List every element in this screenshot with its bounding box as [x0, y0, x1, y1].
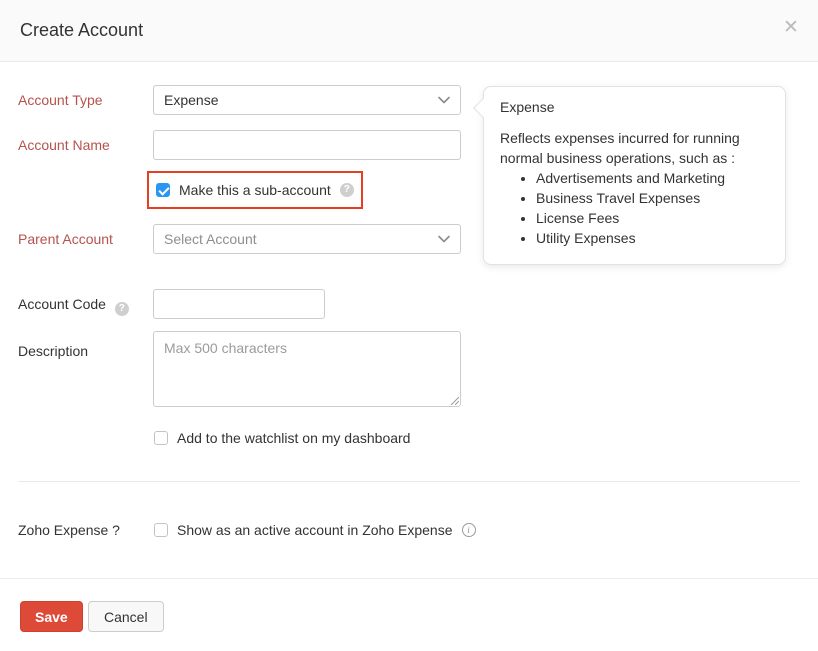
- zoho-expense-checkbox-label[interactable]: Show as an active account in Zoho Expens…: [177, 522, 453, 538]
- description-textarea[interactable]: [153, 331, 461, 407]
- save-button[interactable]: Save: [20, 601, 83, 632]
- footer-divider: [0, 578, 818, 579]
- watchlist-row: Add to the watchlist on my dashboard: [154, 430, 410, 446]
- section-divider: [18, 481, 800, 482]
- zoho-expense-checkbox[interactable]: [154, 523, 168, 537]
- info-bullet: Business Travel Expenses: [536, 188, 769, 208]
- sub-account-help-icon[interactable]: ?: [340, 183, 354, 197]
- account-type-info-panel: Expense Reflects expenses incurred for r…: [483, 86, 786, 265]
- info-bullet: Advertisements and Marketing: [536, 168, 769, 188]
- info-panel-title: Expense: [500, 99, 769, 115]
- info-bullet: License Fees: [536, 208, 769, 228]
- info-bullet: Utility Expenses: [536, 228, 769, 248]
- description-field-wrap: [153, 331, 461, 407]
- sub-account-checkbox[interactable]: [156, 183, 170, 197]
- watchlist-checkbox[interactable]: [154, 431, 168, 445]
- account-code-help-icon[interactable]: ?: [115, 302, 129, 316]
- account-code-label: Account Code ?: [18, 296, 150, 316]
- account-code-input[interactable]: [153, 289, 325, 319]
- account-name-input[interactable]: [153, 130, 461, 160]
- chevron-down-icon: [438, 96, 450, 104]
- zoho-expense-label: Zoho Expense ?: [18, 522, 150, 538]
- close-icon[interactable]: ✕: [780, 17, 802, 39]
- create-account-modal: Create Account ✕ Account Type Expense Ac…: [0, 0, 818, 651]
- parent-account-placeholder: Select Account: [164, 231, 257, 247]
- account-name-label: Account Name: [18, 137, 150, 153]
- chevron-down-icon: [438, 235, 450, 243]
- info-panel-bullet-list: Advertisements and Marketing Business Tr…: [500, 168, 769, 248]
- tooltip-arrow: [473, 98, 493, 118]
- zoho-expense-info-icon[interactable]: i: [462, 523, 476, 537]
- watchlist-label[interactable]: Add to the watchlist on my dashboard: [177, 430, 410, 446]
- account-type-select[interactable]: Expense: [153, 85, 461, 115]
- sub-account-highlight-box: Make this a sub-account ?: [147, 171, 363, 209]
- account-code-label-text: Account Code: [18, 296, 106, 312]
- page-title: Create Account: [20, 20, 143, 41]
- parent-account-select[interactable]: Select Account: [153, 224, 461, 254]
- sub-account-label[interactable]: Make this a sub-account: [179, 182, 331, 198]
- resize-handle-icon[interactable]: [449, 395, 459, 405]
- zoho-expense-row: Show as an active account in Zoho Expens…: [154, 522, 476, 538]
- cancel-button[interactable]: Cancel: [88, 601, 164, 632]
- parent-account-label: Parent Account: [18, 231, 150, 247]
- description-label: Description: [18, 343, 150, 359]
- info-panel-description: Reflects expenses incurred for running n…: [500, 128, 766, 168]
- account-type-label: Account Type: [18, 92, 150, 108]
- account-type-value: Expense: [164, 92, 218, 108]
- modal-header: Create Account: [0, 0, 818, 62]
